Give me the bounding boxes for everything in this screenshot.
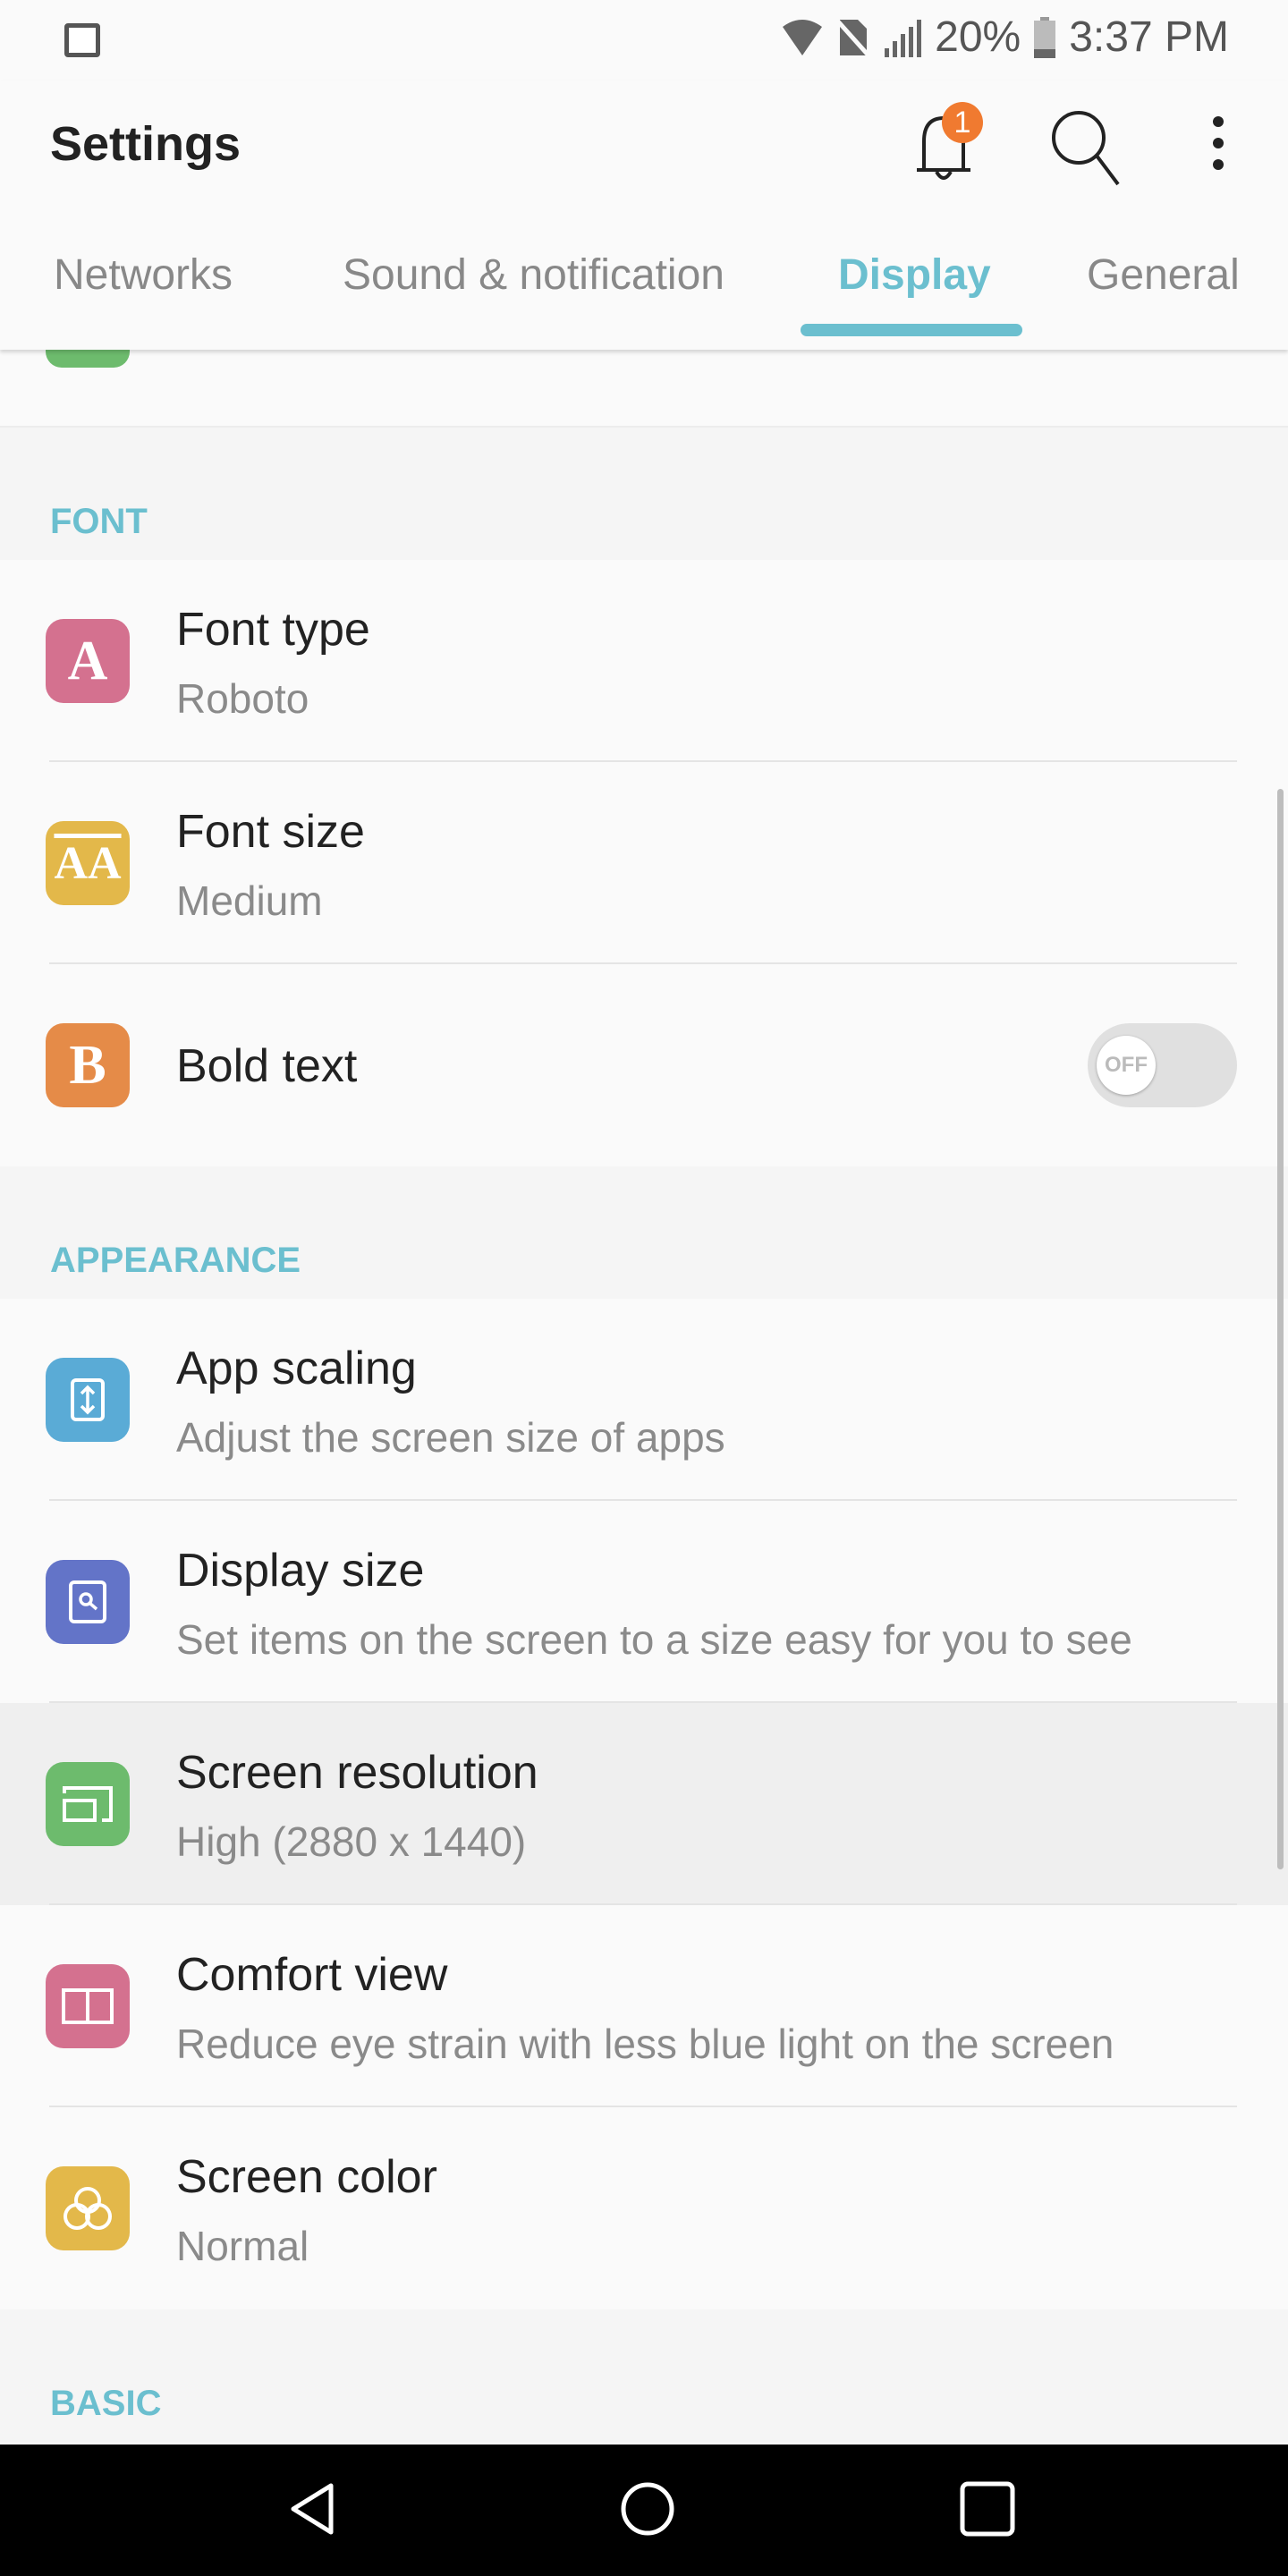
setting-value: Roboto	[176, 675, 309, 722]
font-size-icon: AA	[46, 821, 130, 905]
search-icon	[1052, 111, 1120, 186]
clock: 3:37 PM	[1069, 13, 1229, 61]
tab-sound-notification[interactable]: Sound & notification	[343, 250, 724, 300]
notifications-button[interactable]: 1	[899, 98, 988, 188]
setting-title: Display size	[176, 1545, 425, 1597]
section-title: APPEARANCE	[50, 1241, 301, 1280]
wifi-icon	[783, 19, 823, 55]
tab-bar: Networks Sound & notification Display Ge…	[0, 250, 1288, 322]
setting-display-size[interactable]: Display size Set items on the screen to …	[0, 1501, 1288, 1703]
setting-title: App scaling	[176, 1343, 417, 1394]
setting-title: Font type	[176, 604, 370, 656]
more-options-button[interactable]	[1174, 98, 1263, 188]
setting-bold-text[interactable]: B Bold text OFF	[0, 964, 1288, 1166]
setting-screen-color[interactable]: Screen color Normal	[0, 2107, 1288, 2309]
setting-title: Comfort view	[176, 1949, 448, 2001]
setting-value: Normal	[176, 2223, 309, 2269]
setting-screen-resolution[interactable]: Screen resolution High (2880 x 1440)	[0, 1703, 1288, 1905]
bold-text-toggle[interactable]: OFF	[1088, 1023, 1237, 1107]
color-circles-icon	[46, 2166, 130, 2250]
active-tab-indicator	[801, 324, 1022, 336]
tab-networks[interactable]: Networks	[54, 250, 233, 300]
back-button[interactable]	[284, 2480, 342, 2538]
no-sim-icon	[836, 19, 871, 57]
setting-title: Font size	[176, 806, 365, 858]
page-title: Settings	[50, 117, 242, 171]
list-item-partial[interactable]	[0, 332, 1288, 428]
tab-general[interactable]: General	[1087, 250, 1240, 300]
section-title: FONT	[50, 502, 148, 541]
setting-title: Bold text	[176, 1040, 358, 1092]
scrollbar[interactable]	[1277, 789, 1284, 1869]
setting-font-type[interactable]: A Font type Roboto	[0, 560, 1288, 762]
display-size-icon	[46, 1560, 130, 1644]
setting-font-size[interactable]: AA Font size Medium	[0, 762, 1288, 964]
bold-icon: B	[46, 1023, 130, 1107]
setting-app-scaling[interactable]: App scaling Adjust the screen size of ap…	[0, 1299, 1288, 1501]
more-vert-icon	[1213, 116, 1224, 170]
screen-resolution-icon	[46, 1762, 130, 1846]
font-type-icon: A	[46, 619, 130, 703]
battery-percent: 20%	[935, 13, 1021, 61]
toggle-knob: OFF	[1097, 1036, 1156, 1095]
navigation-bar	[0, 2445, 1288, 2576]
notification-badge: 1	[942, 102, 983, 143]
section-header-appearance: APPEARANCE	[0, 1166, 1288, 1299]
gallery-icon	[64, 23, 100, 57]
home-button[interactable]	[619, 2480, 676, 2538]
section-title: BASIC	[50, 2384, 162, 2423]
tab-display[interactable]: Display	[838, 250, 991, 300]
recents-button[interactable]	[959, 2480, 1016, 2538]
setting-title: Screen color	[176, 2151, 437, 2203]
status-bar: 20% 3:37 PM	[0, 0, 1288, 80]
settings-list: FONT A Font type Roboto AA Font size Med…	[0, 332, 1288, 2442]
section-header-font: FONT	[0, 428, 1288, 560]
setting-title: Screen resolution	[176, 1747, 538, 1799]
setting-value: Adjust the screen size of apps	[176, 1414, 725, 1461]
signal-icon	[885, 19, 922, 57]
setting-value: Medium	[176, 877, 323, 924]
app-scaling-icon	[46, 1358, 130, 1442]
book-icon	[46, 1964, 130, 2048]
battery-icon	[1034, 16, 1056, 58]
setting-value: Set items on the screen to a size easy f…	[176, 1616, 1132, 1663]
setting-comfort-view[interactable]: Comfort view Reduce eye strain with less…	[0, 1905, 1288, 2107]
setting-value: Reduce eye strain with less blue light o…	[176, 2021, 1114, 2067]
section-header-basic: BASIC	[0, 2309, 1288, 2442]
setting-value: High (2880 x 1440)	[176, 1818, 527, 1865]
app-bar: Settings 1 Networks Sound & notification…	[0, 80, 1288, 350]
search-button[interactable]	[1039, 98, 1129, 188]
